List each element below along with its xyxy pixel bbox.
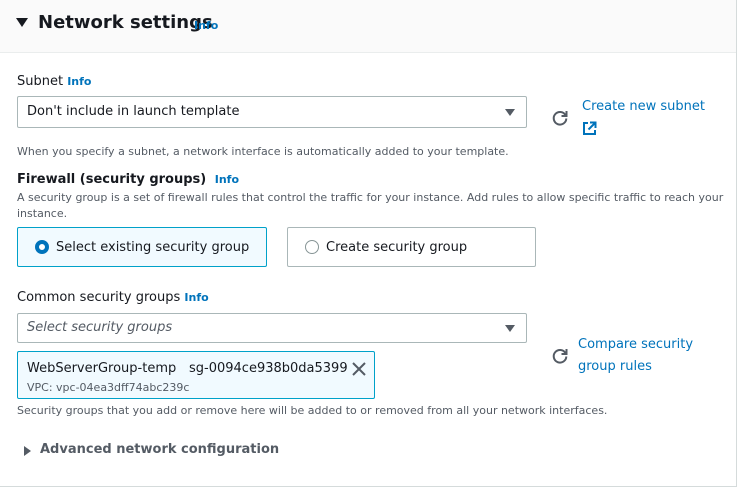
external-link-icon[interactable] (582, 121, 597, 136)
firewall-description-line1: A security group is a set of firewall ru… (17, 191, 724, 204)
common-sg-label-text: Common security groups (17, 290, 181, 305)
subnet-info-link[interactable]: Info (67, 75, 91, 88)
collapse-caret-icon[interactable] (16, 18, 28, 27)
token-sg-id: sg-0094ce938b0da5399 (189, 361, 348, 376)
security-group-token: WebServerGroup-temp sg-0094ce938b0da5399… (17, 351, 375, 399)
expand-caret-icon[interactable] (24, 446, 31, 456)
header-info-link[interactable]: Info (194, 19, 218, 32)
radio-unselected-icon[interactable] (305, 240, 319, 254)
chevron-down-icon (505, 325, 515, 332)
option-label: Select existing security group (56, 240, 250, 255)
subnet-label: Subnet Info (17, 74, 92, 89)
subnet-select-value: Don't include in launch template (27, 104, 240, 119)
advanced-network-config-toggle[interactable]: Advanced network configuration (40, 442, 279, 457)
panel-title: Network settings (38, 12, 213, 33)
close-icon[interactable] (351, 361, 367, 377)
firewall-description-line2: instance. (17, 207, 68, 220)
subnet-description: When you specify a subnet, a network int… (17, 145, 509, 158)
create-subnet-link[interactable]: Create new subnet (582, 96, 705, 118)
security-groups-select[interactable]: Select security groups (17, 313, 527, 343)
firewall-info-link[interactable]: Info (215, 173, 239, 186)
refresh-icon[interactable] (551, 347, 569, 365)
option-label: Create security group (326, 240, 468, 255)
panel-header[interactable]: Network settings Info (0, 0, 736, 53)
subnet-label-text: Subnet (17, 74, 64, 89)
token-name: WebServerGroup-temp (27, 361, 177, 376)
select-existing-sg-option[interactable]: Select existing security group (17, 227, 267, 267)
compare-sg-rules-link-line1[interactable]: Compare security (578, 334, 693, 356)
refresh-icon[interactable] (551, 109, 569, 127)
firewall-label: Firewall (security groups) Info (17, 172, 239, 187)
security-groups-placeholder: Select security groups (27, 320, 173, 335)
radio-selected-icon[interactable] (35, 240, 49, 254)
firewall-label-text: Firewall (security groups) (17, 172, 207, 187)
create-sg-option[interactable]: Create security group (287, 227, 536, 267)
common-sg-label: Common security groups Info (17, 290, 209, 305)
subnet-select[interactable]: Don't include in launch template (17, 96, 527, 128)
network-settings-panel: Network settings Info Subnet Info Don't … (0, 0, 737, 487)
token-vpc: VPC: vpc-04ea3dff74abc239c (27, 381, 190, 394)
chevron-down-icon (505, 109, 515, 116)
common-sg-info-link[interactable]: Info (184, 291, 208, 304)
common-sg-description: Security groups that you add or remove h… (17, 404, 608, 417)
compare-sg-rules-link-line2[interactable]: group rules (578, 356, 652, 378)
